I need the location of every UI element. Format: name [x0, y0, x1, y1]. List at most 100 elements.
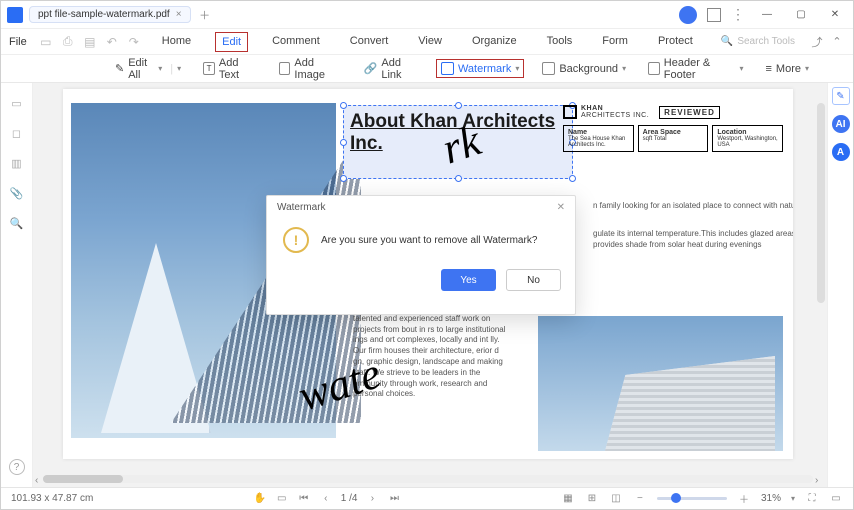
read-mode-icon[interactable]: ◫: [609, 492, 623, 506]
thumbnails-icon[interactable]: ▭: [9, 95, 25, 111]
layers-icon[interactable]: ▥: [9, 155, 25, 171]
zoom-value[interactable]: 31%: [761, 493, 781, 504]
undo-icon[interactable]: ↶: [103, 33, 121, 51]
redo-icon[interactable]: ↷: [125, 33, 143, 51]
edit-all-button[interactable]: ✎Edit All▾|▾: [111, 55, 185, 83]
dialog-yes-button[interactable]: Yes: [441, 269, 496, 291]
menu-comment[interactable]: Comment: [266, 32, 326, 52]
more-button[interactable]: ≡More▾: [762, 61, 814, 77]
menu-protect[interactable]: Protect: [652, 32, 699, 52]
hand-tool-icon[interactable]: ✋: [253, 492, 267, 506]
header-footer-button[interactable]: Header & Footer▾: [644, 55, 747, 83]
add-link-button[interactable]: 🔗Add Link: [360, 55, 422, 83]
app-icon: [7, 7, 23, 23]
warning-icon: !: [283, 227, 309, 253]
status-bar: 101.93 x 47.87 cm ✋ ▭ ⏮ ‹ 1 /4 › ⏭ ▦ ⊞ ◫…: [1, 487, 853, 509]
fit-width-icon[interactable]: ⊞: [585, 492, 599, 506]
fit-page-icon[interactable]: ▦: [561, 492, 575, 506]
collapse-ribbon-icon[interactable]: ⌃: [829, 34, 845, 50]
dialog-close-icon[interactable]: ✕: [557, 202, 565, 213]
minimize-button[interactable]: —: [755, 5, 779, 25]
company-logo: KHANARCHITECTS INC.: [563, 105, 649, 119]
fullscreen-icon[interactable]: ⛶: [805, 492, 819, 506]
selected-text-block[interactable]: About Khan Architects Inc.: [343, 105, 573, 179]
paragraph-2: gulate its internal temperature.This inc…: [593, 229, 793, 251]
horizontal-scrollbar[interactable]: [43, 475, 813, 483]
edit-toolbar: ✎Edit All▾|▾ TAdd Text Add Image 🔗Add Li…: [1, 55, 853, 83]
search-placeholder: Search Tools: [737, 36, 795, 47]
info-cell-area: Area Spacesqft Total: [638, 125, 709, 152]
coordinates-readout: 101.93 x 47.87 cm: [11, 493, 93, 504]
dialog-no-button[interactable]: No: [506, 269, 561, 291]
document-canvas[interactable]: About Khan Architects Inc. KHANARCHITECT…: [33, 83, 827, 487]
header-footer-icon: [648, 62, 660, 75]
new-tab-button[interactable]: ＋: [197, 7, 213, 23]
open-icon[interactable]: ▭: [37, 33, 55, 51]
menu-form[interactable]: Form: [596, 32, 634, 52]
menu-convert[interactable]: Convert: [344, 32, 395, 52]
dialog-message: Are you sure you want to remove all Wate…: [321, 235, 537, 246]
edit-panel-icon[interactable]: ✎: [832, 87, 850, 105]
text-icon: T: [203, 62, 215, 75]
main-menu: Home Edit Comment Convert View Organize …: [156, 32, 699, 52]
add-image-button[interactable]: Add Image: [275, 55, 346, 83]
menu-home[interactable]: Home: [156, 32, 197, 52]
add-text-button[interactable]: TAdd Text: [199, 55, 260, 83]
title-bar: ppt file-sample-watermark.pdf × ＋ ⋮ — ▢ …: [1, 1, 853, 29]
close-window-button[interactable]: ✕: [823, 5, 847, 25]
reviewed-stamp: REVIEWED: [659, 106, 720, 119]
prev-page-icon[interactable]: ‹: [319, 492, 333, 506]
zoom-slider[interactable]: [657, 497, 727, 500]
first-page-icon[interactable]: ⏮: [297, 492, 311, 506]
more-icon: ≡: [766, 63, 772, 75]
scroll-right-icon[interactable]: ›: [815, 475, 825, 485]
tab-label: ppt file-sample-watermark.pdf: [38, 9, 170, 20]
watermark-dialog: Watermark ✕ ! Are you sure you want to r…: [266, 195, 576, 315]
menu-edit[interactable]: Edit: [215, 32, 248, 52]
search-tools[interactable]: 🔍 Search Tools: [721, 36, 795, 47]
ai-icon[interactable]: AI: [832, 115, 850, 133]
watermark-icon: [441, 62, 454, 75]
next-page-icon[interactable]: ›: [365, 492, 379, 506]
link-icon: 🔗: [364, 62, 378, 75]
kebab-menu-icon[interactable]: ⋮: [731, 6, 745, 23]
paragraph-3: firm based in Cal US. Our exceptionally …: [353, 303, 508, 400]
maximize-button[interactable]: ▢: [789, 5, 813, 25]
paragraph-1: n family looking for an isolated place t…: [593, 201, 793, 212]
watermark-button[interactable]: Watermark▾: [436, 59, 524, 78]
vertical-scrollbar[interactable]: [817, 103, 825, 303]
logo-icon: [563, 105, 577, 119]
background-button[interactable]: Background▾: [538, 60, 630, 77]
zoom-out-icon[interactable]: −: [633, 492, 647, 506]
image-icon: [279, 62, 291, 75]
edit-icon: ✎: [115, 62, 124, 75]
menu-view[interactable]: View: [412, 32, 448, 52]
presentation-icon[interactable]: ▭: [829, 492, 843, 506]
search-panel-icon[interactable]: 🔍: [9, 215, 25, 231]
left-sidebar: ▭ ◻ ▥ 📎 🔍 ?: [1, 83, 33, 487]
save-icon[interactable]: ▤: [81, 33, 99, 51]
attachments-icon[interactable]: 📎: [9, 185, 25, 201]
document-tab[interactable]: ppt file-sample-watermark.pdf ×: [29, 6, 191, 23]
background-icon: [542, 62, 555, 75]
bookmarks-icon[interactable]: ◻: [9, 125, 25, 141]
select-tool-icon[interactable]: ▭: [275, 492, 289, 506]
last-page-icon[interactable]: ⏭: [387, 492, 401, 506]
print-icon[interactable]: ⎙: [59, 33, 77, 51]
help-icon[interactable]: ?: [9, 459, 25, 475]
dialog-title: Watermark: [277, 202, 326, 213]
share-icon[interactable]: ⤴: [809, 34, 825, 50]
file-menu[interactable]: File: [9, 36, 27, 48]
menu-organize[interactable]: Organize: [466, 32, 523, 52]
translate-icon[interactable]: A: [832, 143, 850, 161]
apps-icon[interactable]: [707, 8, 721, 22]
page-indicator[interactable]: 1 /4: [341, 493, 358, 504]
menu-tools[interactable]: Tools: [541, 32, 579, 52]
zoom-in-icon[interactable]: ＋: [737, 492, 751, 506]
search-icon: 🔍: [721, 36, 733, 47]
document-info-block: KHANARCHITECTS INC. REVIEWED NameThe Sea…: [563, 105, 783, 152]
close-tab-icon[interactable]: ×: [176, 9, 182, 20]
document-heading: About Khan Architects Inc.: [344, 106, 572, 155]
secondary-photo: [538, 316, 783, 451]
user-avatar[interactable]: [679, 6, 697, 24]
